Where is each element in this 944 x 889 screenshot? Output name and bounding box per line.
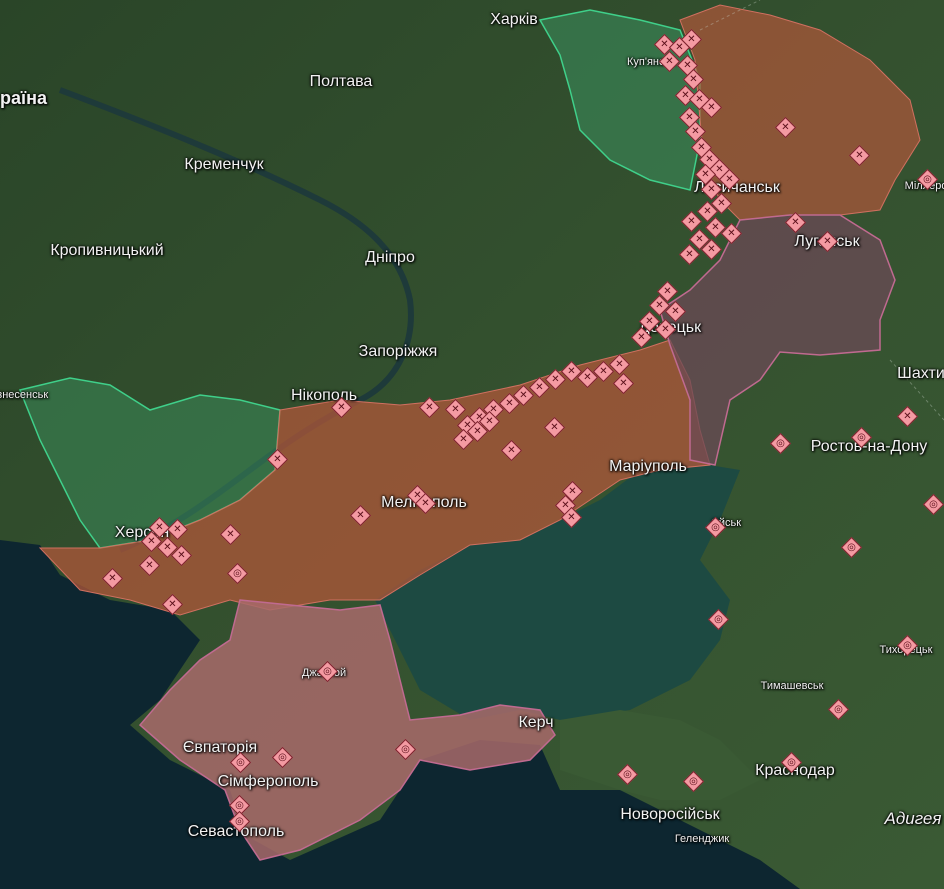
cross-diamond-icon: ✕: [108, 572, 117, 584]
target-diamond-icon: ◎: [923, 173, 932, 185]
cross-diamond-icon: ✕: [687, 33, 696, 45]
cross-diamond-icon: ✕: [727, 227, 736, 239]
cross-diamond-icon: ✕: [707, 243, 716, 255]
target-diamond-icon: ◎: [847, 541, 856, 553]
cross-diamond-icon: ✕: [425, 401, 434, 413]
target-diamond-icon: ◎: [857, 431, 866, 443]
cross-diamond-icon: ✕: [507, 444, 516, 456]
cross-diamond-icon: ✕: [791, 216, 800, 228]
basemap: [0, 0, 944, 889]
target-diamond-icon: ◎: [278, 751, 287, 763]
cross-diamond-icon: ✕: [459, 433, 468, 445]
cross-diamond-icon: ✕: [168, 598, 177, 610]
cross-diamond-icon: ✕: [155, 521, 164, 533]
cross-diamond-icon: ✕: [691, 125, 700, 137]
cross-diamond-icon: ✕: [855, 149, 864, 161]
cross-diamond-icon: ✕: [717, 197, 726, 209]
cross-diamond-icon: ✕: [823, 235, 832, 247]
cross-diamond-icon: ✕: [663, 285, 672, 297]
target-diamond-icon: ◎: [714, 613, 723, 625]
target-diamond-icon: ◎: [787, 756, 796, 768]
cross-diamond-icon: ✕: [903, 410, 912, 422]
cross-diamond-icon: ✕: [505, 397, 514, 409]
cross-diamond-icon: ✕: [615, 358, 624, 370]
target-diamond-icon: ◎: [235, 815, 244, 827]
cross-diamond-icon: ✕: [519, 389, 528, 401]
cross-diamond-icon: ✕: [163, 541, 172, 553]
cross-diamond-icon: ✕: [711, 221, 720, 233]
cross-diamond-icon: ✕: [725, 173, 734, 185]
cross-diamond-icon: ✕: [707, 183, 716, 195]
cross-diamond-icon: ✕: [671, 305, 680, 317]
cross-diamond-icon: ✕: [177, 549, 186, 561]
target-diamond-icon: ◎: [689, 775, 698, 787]
cross-diamond-icon: ✕: [550, 421, 559, 433]
cross-diamond-icon: ✕: [273, 453, 282, 465]
target-diamond-icon: ◎: [623, 768, 632, 780]
cross-diamond-icon: ✕: [583, 371, 592, 383]
cross-diamond-icon: ✕: [568, 485, 577, 497]
target-diamond-icon: ◎: [929, 498, 938, 510]
target-diamond-icon: ◎: [776, 437, 785, 449]
cross-diamond-icon: ✕: [173, 523, 182, 535]
cross-diamond-icon: ✕: [551, 373, 560, 385]
cross-diamond-icon: ✕: [226, 528, 235, 540]
target-diamond-icon: ◎: [903, 639, 912, 651]
cross-diamond-icon: ✕: [655, 299, 664, 311]
cross-diamond-icon: ✕: [485, 415, 494, 427]
cross-diamond-icon: ✕: [567, 511, 576, 523]
cross-diamond-icon: ✕: [703, 205, 712, 217]
cross-diamond-icon: ✕: [535, 381, 544, 393]
target-diamond-icon: ◎: [236, 756, 245, 768]
cross-diamond-icon: ✕: [661, 323, 670, 335]
cross-diamond-icon: ✕: [337, 401, 346, 413]
map-view[interactable]: раїна Харків Куп'янськ Полтава Кременчук…: [0, 0, 944, 889]
cross-diamond-icon: ✕: [567, 365, 576, 377]
cross-diamond-icon: ✕: [451, 403, 460, 415]
cross-diamond-icon: ✕: [645, 315, 654, 327]
cross-diamond-icon: ✕: [689, 73, 698, 85]
cross-diamond-icon: ✕: [356, 509, 365, 521]
cross-diamond-icon: ✕: [687, 215, 696, 227]
cross-diamond-icon: ✕: [147, 535, 156, 547]
cross-diamond-icon: ✕: [599, 365, 608, 377]
cross-diamond-icon: ✕: [781, 121, 790, 133]
cross-diamond-icon: ✕: [145, 559, 154, 571]
cross-diamond-icon: ✕: [619, 377, 628, 389]
cross-diamond-icon: ✕: [421, 497, 430, 509]
target-diamond-icon: ◎: [323, 665, 332, 677]
target-diamond-icon: ◎: [834, 703, 843, 715]
cross-diamond-icon: ✕: [637, 331, 646, 343]
cross-diamond-icon: ✕: [685, 248, 694, 260]
target-diamond-icon: ◎: [233, 567, 242, 579]
target-diamond-icon: ◎: [401, 743, 410, 755]
cross-diamond-icon: ✕: [665, 55, 674, 67]
cross-diamond-icon: ✕: [660, 38, 669, 50]
cross-diamond-icon: ✕: [707, 101, 716, 113]
target-diamond-icon: ◎: [711, 521, 720, 533]
